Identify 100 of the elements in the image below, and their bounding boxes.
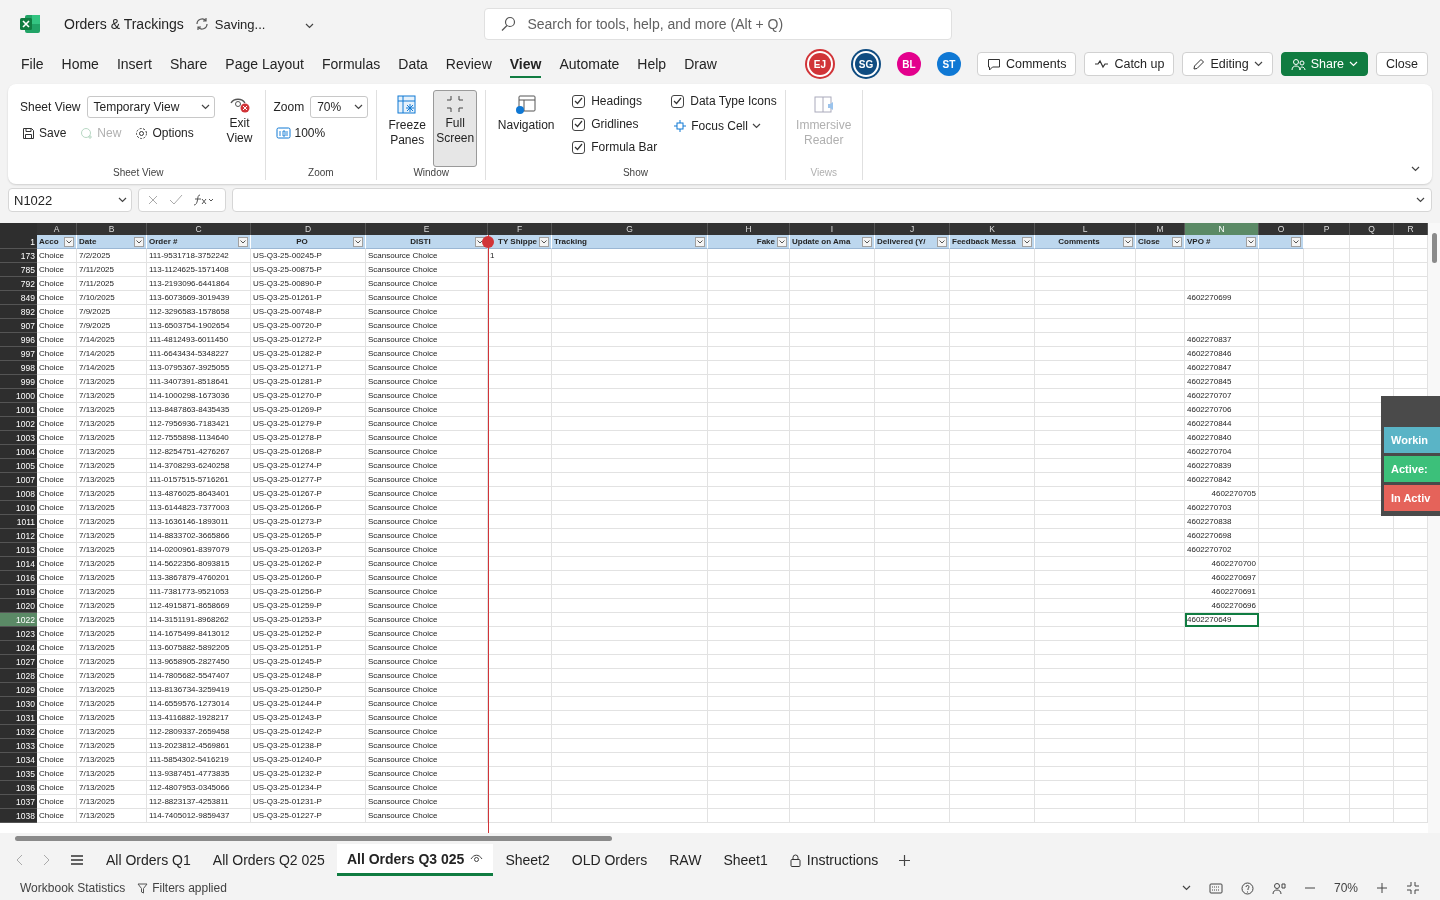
row-number[interactable]: 1038 [0, 809, 37, 823]
catchup-button[interactable]: Catch up [1084, 52, 1175, 76]
search-field[interactable]: Search for tools, help, and more (Alt + Q) [484, 8, 953, 40]
checkbox[interactable]: Gridlines [572, 117, 658, 131]
active-cell[interactable]: 4602270649 [1185, 613, 1259, 627]
exit-full-screen-icon[interactable] [1406, 881, 1420, 895]
exit-view-button[interactable]: Exit View [222, 90, 257, 167]
filter-button[interactable] [777, 236, 787, 247]
column-letter[interactable]: Q [1350, 223, 1394, 235]
column-letter[interactable]: C [147, 223, 251, 235]
spreadsheet-app-icon[interactable] [20, 15, 40, 33]
row-number[interactable]: 998 [0, 361, 37, 375]
sheet-tab[interactable]: Instructions [779, 844, 889, 876]
row-number[interactable]: 1016 [0, 571, 37, 585]
menu-tab[interactable]: Formulas [312, 50, 390, 78]
full-screen-button[interactable]: Full Screen [433, 90, 478, 167]
row-number[interactable]: 792 [0, 277, 37, 291]
filter-button[interactable] [1123, 236, 1133, 247]
column-letter[interactable]: G [552, 223, 708, 235]
row-number[interactable]: 1010 [0, 501, 37, 515]
freeze-panes-button[interactable]: Freeze Panes [385, 90, 430, 167]
row-number[interactable]: 1008 [0, 487, 37, 501]
filter-button[interactable] [862, 236, 872, 247]
menu-tab[interactable]: Draw [675, 50, 726, 78]
menu-tab[interactable]: Home [52, 50, 108, 78]
menu-tab[interactable]: Help [628, 50, 676, 78]
row-number[interactable]: 1001 [0, 403, 37, 417]
column-letter[interactable]: F [488, 223, 552, 235]
menu-tab[interactable]: View [500, 50, 551, 78]
row-number[interactable]: 1020 [0, 599, 37, 613]
row-number[interactable]: 997 [0, 347, 37, 361]
user-avatar[interactable]: BL [896, 52, 921, 76]
filter-button[interactable] [695, 236, 705, 247]
column-letter[interactable]: R [1394, 223, 1428, 235]
document-title[interactable]: Orders & Trackings [64, 16, 184, 32]
column-letter[interactable]: A [37, 223, 77, 235]
row-number[interactable]: 1028 [0, 669, 37, 683]
column-letter[interactable]: E [366, 223, 488, 235]
column-letter[interactable]: I [790, 223, 875, 235]
sheet-tab[interactable]: All Orders Q3 025 [336, 844, 494, 876]
row-number[interactable]: 1 [0, 235, 37, 249]
row-number[interactable]: 1005 [0, 459, 37, 473]
checkbox[interactable]: Headings [572, 94, 658, 108]
row-number[interactable]: 1014 [0, 557, 37, 571]
filter-button[interactable] [539, 236, 549, 247]
filter-button[interactable] [134, 236, 144, 247]
column-letter[interactable]: L [1035, 223, 1136, 235]
column-letter[interactable]: H [708, 223, 790, 235]
user-avatar[interactable]: EJ [808, 53, 831, 75]
row-number[interactable]: 1034 [0, 753, 37, 767]
filter-button[interactable] [1246, 236, 1256, 247]
workbook-statistics-link[interactable]: Workbook Statistics [20, 881, 126, 895]
name-box[interactable]: N1022 [8, 188, 132, 212]
column-letter[interactable]: N [1185, 223, 1259, 235]
row-number[interactable]: 1037 [0, 795, 37, 809]
row-number[interactable]: 1002 [0, 417, 37, 431]
row-number[interactable]: 1013 [0, 543, 37, 557]
filter-button[interactable] [353, 236, 363, 247]
menu-tab[interactable]: Insert [107, 50, 161, 78]
filter-button[interactable] [1172, 236, 1182, 247]
menu-tab[interactable]: Data [389, 50, 437, 78]
user-avatar[interactable]: SG [854, 53, 877, 75]
scrollbar-thumb[interactable] [15, 835, 612, 841]
close-button[interactable]: Close [1376, 52, 1428, 76]
sheet-tab[interactable]: RAW [659, 844, 712, 876]
column-letter[interactable]: O [1259, 223, 1304, 235]
row-number[interactable]: 1000 [0, 389, 37, 403]
menu-tab[interactable]: File [12, 50, 53, 78]
menu-tab[interactable]: Share [160, 50, 217, 78]
add-sheet-icon[interactable] [898, 853, 912, 867]
menu-tab[interactable]: Review [436, 50, 501, 78]
row-number[interactable]: 1007 [0, 473, 37, 487]
share-button[interactable]: Share [1280, 52, 1369, 76]
row-number[interactable]: 1003 [0, 431, 37, 445]
zoom-level[interactable]: 70% [1333, 881, 1358, 895]
row-number[interactable]: 996 [0, 333, 37, 347]
column-letter[interactable]: P [1304, 223, 1350, 235]
zoom-100-button[interactable]: 100% [273, 124, 369, 142]
user-avatar[interactable]: ST [936, 52, 961, 76]
formula-input[interactable] [232, 188, 1432, 212]
filter-button[interactable] [238, 236, 248, 247]
row-number[interactable]: 785 [0, 263, 37, 277]
row-number[interactable]: 1032 [0, 725, 37, 739]
row-number[interactable]: 999 [0, 375, 37, 389]
sheet-tab[interactable]: All Orders Q2 025 [202, 844, 335, 876]
row-number[interactable]: 892 [0, 305, 37, 319]
row-number[interactable]: 1031 [0, 711, 37, 725]
zoom-dropdown[interactable]: 70% [310, 96, 369, 118]
row-number[interactable]: 173 [0, 249, 37, 263]
menu-icon[interactable] [70, 854, 84, 866]
column-letter[interactable]: K [950, 223, 1035, 235]
sheet-tab[interactable]: All Orders Q1 [96, 844, 201, 876]
row-number[interactable]: 1023 [0, 627, 37, 641]
feedback-icon[interactable] [1271, 881, 1286, 895]
sheet-tab[interactable]: OLD Orders [561, 844, 658, 876]
help-icon[interactable] [1240, 881, 1254, 895]
row-number[interactable]: 907 [0, 319, 37, 333]
row-number[interactable]: 1012 [0, 529, 37, 543]
save-button[interactable]: Save [20, 124, 69, 142]
function-icon[interactable] [193, 193, 213, 207]
